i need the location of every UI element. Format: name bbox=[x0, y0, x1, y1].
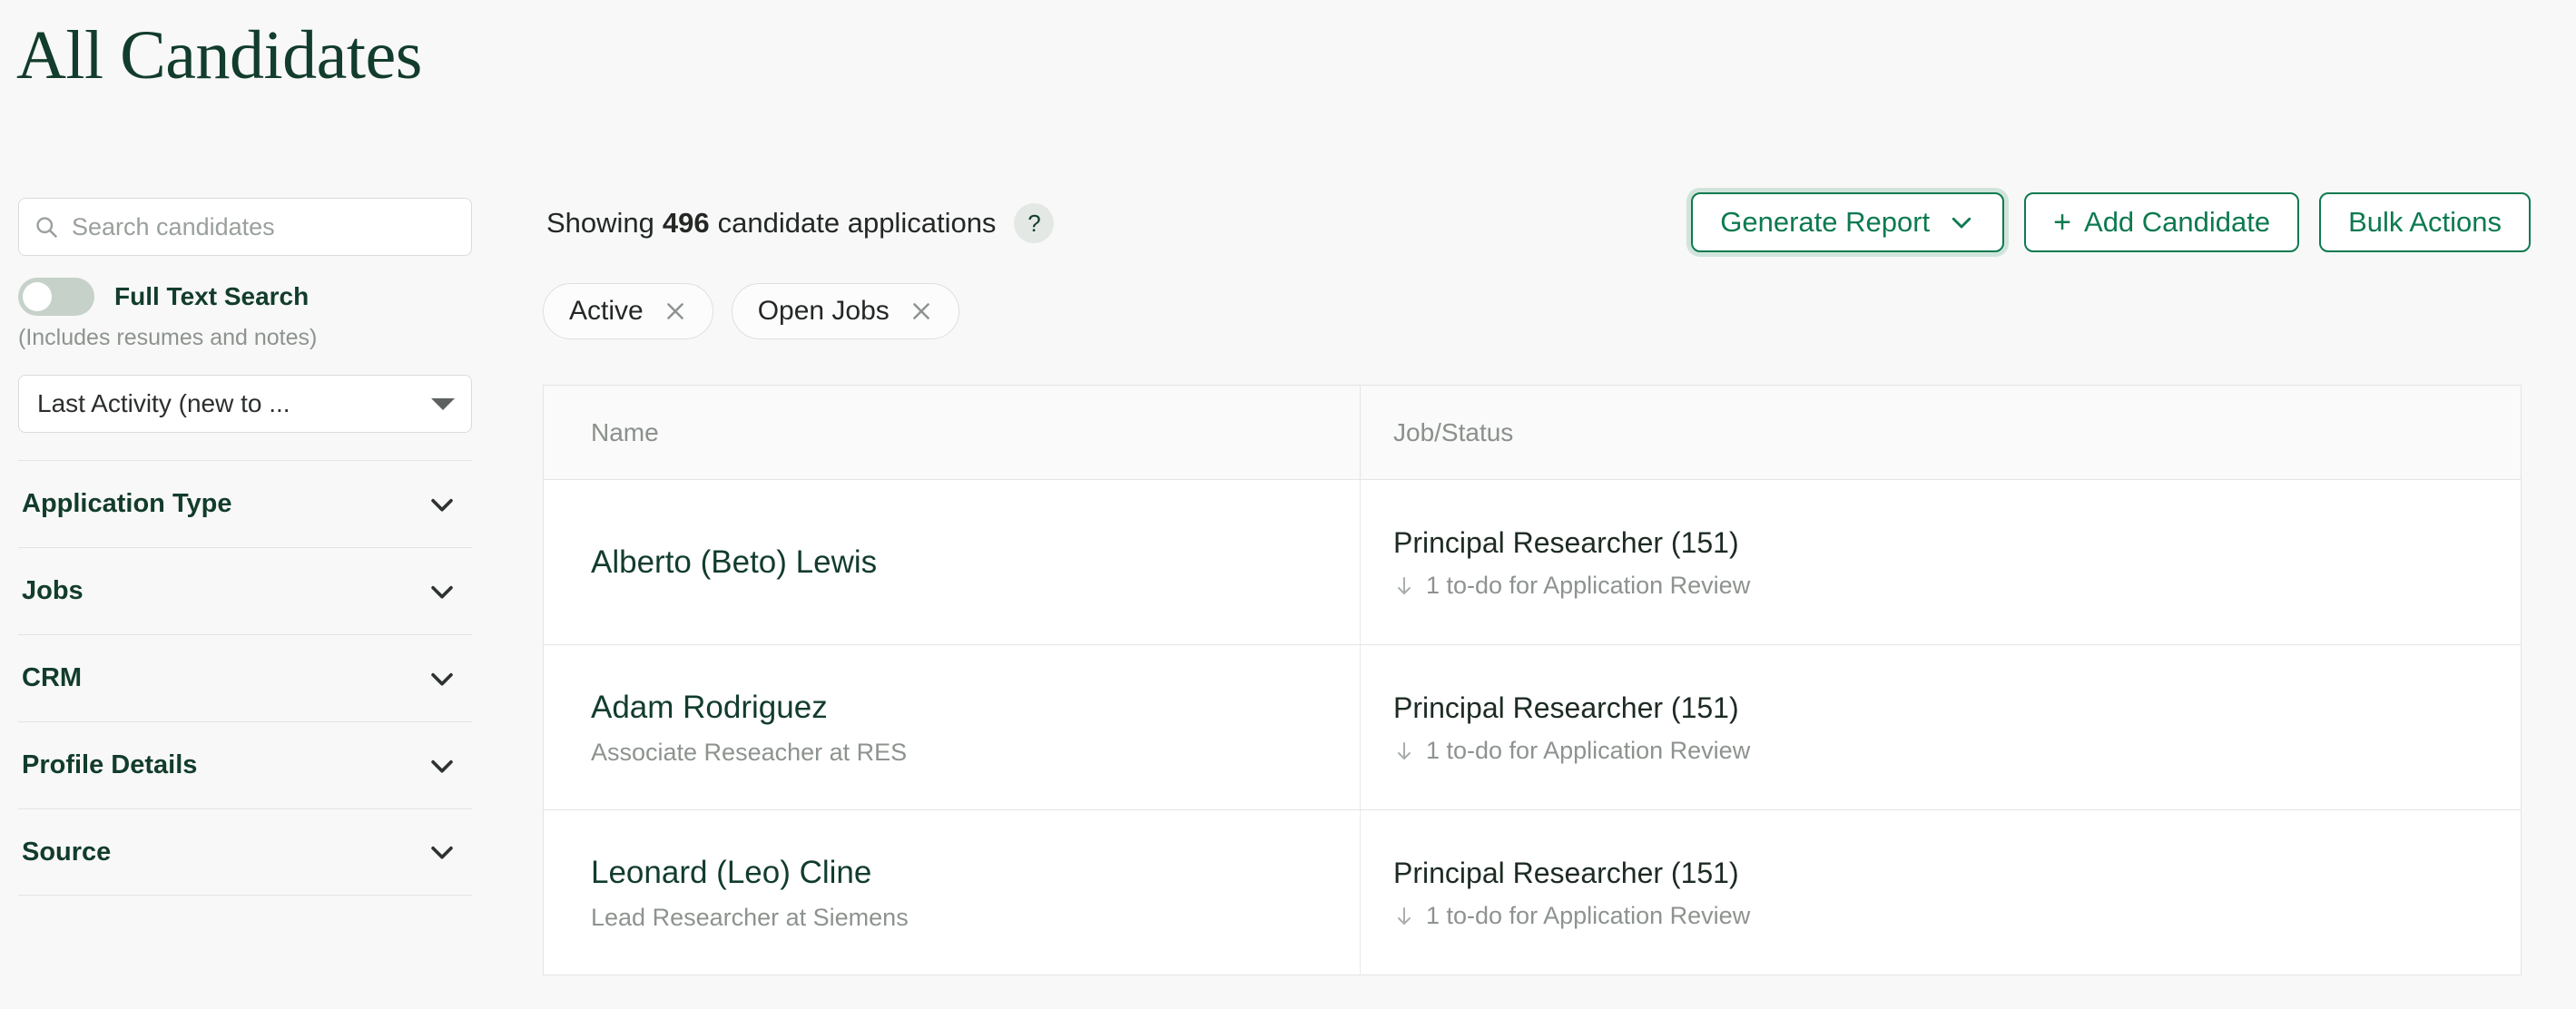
candidate-todo: 1 to-do for Application Review bbox=[1393, 902, 2521, 930]
close-icon[interactable] bbox=[664, 299, 687, 323]
candidate-todo: 1 to-do for Application Review bbox=[1393, 572, 2521, 600]
plus-icon: + bbox=[2053, 207, 2071, 238]
filter-label: Application Type bbox=[22, 489, 231, 519]
showing-prefix: Showing bbox=[546, 207, 654, 240]
column-header-name-cell: Name bbox=[544, 386, 1361, 479]
filter-section-crm[interactable]: CRM bbox=[18, 634, 472, 721]
full-text-search-hint: (Includes resumes and notes) bbox=[18, 325, 472, 351]
candidate-name: Alberto (Beto) Lewis bbox=[591, 543, 1360, 583]
full-text-search-toggle[interactable] bbox=[18, 278, 94, 316]
filter-chip-open-jobs[interactable]: Open Jobs bbox=[732, 283, 959, 339]
arrow-down-icon bbox=[1393, 906, 1415, 927]
candidate-name-cell[interactable]: Leonard (Leo) Cline Lead Researcher at S… bbox=[544, 810, 1361, 975]
full-text-search-row[interactable]: Full Text Search bbox=[18, 278, 472, 316]
add-candidate-label: Add Candidate bbox=[2084, 206, 2270, 239]
full-text-search-label: Full Text Search bbox=[114, 282, 309, 311]
candidate-subtitle: Associate Reseacher at RES bbox=[591, 739, 1360, 767]
candidate-status-cell: Principal Researcher (151) 1 to-do for A… bbox=[1361, 480, 2521, 644]
column-header-name: Name bbox=[591, 418, 1360, 447]
filters-sidebar: Full Text Search (Includes resumes and n… bbox=[18, 198, 472, 896]
table-header-row: Name Job/Status bbox=[544, 386, 2521, 480]
candidate-status-cell: Principal Researcher (151) 1 to-do for A… bbox=[1361, 645, 2521, 809]
filter-section-profile-details[interactable]: Profile Details bbox=[18, 721, 472, 808]
toggle-knob bbox=[23, 282, 52, 311]
candidates-page: All Candidates Full Text Search (Include… bbox=[0, 0, 2576, 1009]
filter-section-jobs[interactable]: Jobs bbox=[18, 547, 472, 634]
showing-suffix: candidate applications bbox=[718, 207, 997, 240]
filter-label: CRM bbox=[22, 663, 82, 693]
action-buttons: Generate Report + Add Candidate Bulk Act… bbox=[1691, 192, 2531, 252]
help-icon[interactable]: ? bbox=[1014, 203, 1054, 243]
table-row[interactable]: Alberto (Beto) Lewis Principal Researche… bbox=[544, 480, 2521, 645]
table-row[interactable]: Leonard (Leo) Cline Lead Researcher at S… bbox=[544, 810, 2521, 975]
candidate-job-title: Principal Researcher (151) bbox=[1393, 690, 2521, 726]
close-icon[interactable] bbox=[909, 299, 933, 323]
search-candidates-box[interactable] bbox=[18, 198, 472, 256]
chevron-down-icon bbox=[427, 750, 457, 781]
chevron-down-icon bbox=[427, 576, 457, 607]
filter-section-source[interactable]: Source bbox=[18, 808, 472, 896]
bulk-actions-label: Bulk Actions bbox=[2348, 206, 2502, 239]
chevron-down-icon bbox=[427, 489, 457, 520]
candidate-name-cell[interactable]: Alberto (Beto) Lewis bbox=[544, 480, 1361, 644]
generate-report-label: Generate Report bbox=[1720, 206, 1930, 239]
candidate-todo-text: 1 to-do for Application Review bbox=[1426, 572, 1750, 600]
sort-order-select[interactable]: Last Activity (new to ... bbox=[18, 375, 472, 433]
chip-label: Open Jobs bbox=[758, 296, 890, 327]
page-title: All Candidates bbox=[16, 16, 422, 94]
active-filter-chips: Active Open Jobs bbox=[543, 283, 959, 339]
generate-report-button[interactable]: Generate Report bbox=[1691, 192, 2004, 252]
filter-label: Profile Details bbox=[22, 750, 197, 780]
chevron-down-icon bbox=[427, 837, 457, 867]
chevron-down-icon bbox=[1948, 209, 1975, 236]
chip-label: Active bbox=[569, 296, 644, 327]
filter-section-application-type[interactable]: Application Type bbox=[18, 460, 472, 547]
filter-label: Source bbox=[22, 838, 111, 867]
filter-accordion-list: Application Type Jobs CRM Profile Detail… bbox=[18, 460, 472, 896]
column-header-status-cell: Job/Status bbox=[1361, 386, 2521, 479]
candidate-status-cell: Principal Researcher (151) 1 to-do for A… bbox=[1361, 810, 2521, 975]
candidate-todo-text: 1 to-do for Application Review bbox=[1426, 902, 1750, 930]
filter-label: Jobs bbox=[22, 576, 84, 606]
arrow-down-icon bbox=[1393, 575, 1415, 597]
candidate-name: Leonard (Leo) Cline bbox=[591, 853, 1360, 893]
sort-order-value: Last Activity (new to ... bbox=[37, 389, 290, 418]
results-count-text: Showing 496 candidate applications ? bbox=[546, 203, 1054, 243]
chevron-down-icon bbox=[427, 663, 457, 694]
candidate-name: Adam Rodriguez bbox=[591, 688, 1360, 728]
results-toolbar: Showing 496 candidate applications ? Gen… bbox=[543, 192, 2531, 263]
showing-count: 496 bbox=[663, 207, 710, 240]
filter-chip-active[interactable]: Active bbox=[543, 283, 713, 339]
add-candidate-button[interactable]: + Add Candidate bbox=[2024, 192, 2299, 252]
table-row[interactable]: Adam Rodriguez Associate Reseacher at RE… bbox=[544, 645, 2521, 810]
main-content: Showing 496 candidate applications ? Gen… bbox=[543, 192, 2531, 263]
search-input[interactable] bbox=[72, 213, 457, 241]
search-icon bbox=[34, 214, 59, 240]
bulk-actions-button[interactable]: Bulk Actions bbox=[2319, 192, 2531, 252]
candidate-subtitle: Lead Researcher at Siemens bbox=[591, 904, 1360, 932]
candidate-todo-text: 1 to-do for Application Review bbox=[1426, 737, 1750, 765]
caret-down-icon bbox=[431, 398, 455, 410]
candidate-job-title: Principal Researcher (151) bbox=[1393, 524, 2521, 561]
arrow-down-icon bbox=[1393, 740, 1415, 762]
column-header-job-status: Job/Status bbox=[1393, 418, 2521, 447]
candidate-todo: 1 to-do for Application Review bbox=[1393, 737, 2521, 765]
candidate-job-title: Principal Researcher (151) bbox=[1393, 855, 2521, 891]
candidate-name-cell[interactable]: Adam Rodriguez Associate Reseacher at RE… bbox=[544, 645, 1361, 809]
candidates-table: Name Job/Status Alberto (Beto) Lewis Pri… bbox=[543, 385, 2522, 975]
